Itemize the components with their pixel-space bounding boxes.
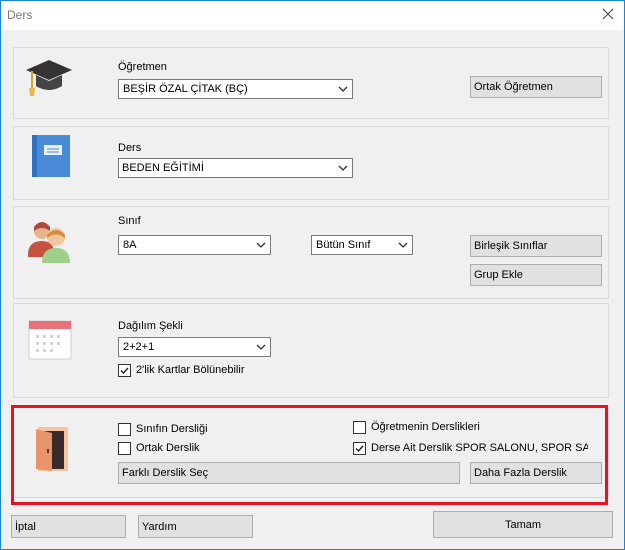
combined-classes-button[interactable]: Birleşik Sınıflar xyxy=(470,235,602,257)
add-group-button[interactable]: Grup Ekle xyxy=(470,264,602,286)
help-button-label: Yardım xyxy=(142,521,177,533)
lesson-select[interactable]: BEDEN EĞİTİMİ xyxy=(118,158,353,178)
teacher-group: Öğretmen BEŞİR ÖZAL ÇİTAK (BÇ) Ortak Öğr… xyxy=(13,47,609,119)
calendar-icon xyxy=(28,319,72,364)
chevron-down-icon xyxy=(256,242,266,248)
distribution-label: Dağılım Şekli xyxy=(118,320,183,332)
add-group-button-label: Grup Ekle xyxy=(474,269,523,281)
chevron-down-icon xyxy=(338,165,348,171)
highlight-frame xyxy=(11,405,608,505)
lesson-select-value: BEDEN EĞİTİMİ xyxy=(122,161,204,175)
common-teacher-button[interactable]: Ortak Öğretmen xyxy=(470,76,602,98)
help-button[interactable]: Yardım xyxy=(138,515,253,538)
distribution-group: Dağılım Şekli 2+2+1 2'lik Kartlar Bölüne… xyxy=(13,303,609,398)
ok-button[interactable]: Tamam xyxy=(433,511,613,538)
whole-class-select-value: Bütün Sınıf xyxy=(316,239,371,251)
splittable-checkbox-label: 2'lik Kartlar Bölünebilir xyxy=(136,364,245,376)
checkmark-icon xyxy=(120,367,129,375)
chevron-down-icon xyxy=(256,344,266,350)
cancel-button[interactable]: İptal xyxy=(11,515,126,538)
book-icon xyxy=(30,133,72,182)
window-title: Ders xyxy=(7,8,33,22)
teacher-label: Öğretmen xyxy=(118,61,167,73)
splittable-checkbox-box[interactable] xyxy=(118,364,131,377)
cancel-button-label: İptal xyxy=(15,521,36,533)
users-icon xyxy=(24,217,76,268)
graduation-cap-icon xyxy=(24,56,74,103)
class-label: Sınıf xyxy=(118,215,141,227)
common-teacher-button-label: Ortak Öğretmen xyxy=(474,81,553,93)
class-group: Sınıf 8A Bütün Sınıf Birleşik Sınıflar G… xyxy=(13,206,609,299)
teacher-select-value: BEŞİR ÖZAL ÇİTAK (BÇ) xyxy=(123,83,248,95)
ok-button-label: Tamam xyxy=(504,519,542,531)
whole-class-select[interactable]: Bütün Sınıf xyxy=(311,235,413,255)
distribution-select[interactable]: 2+2+1 xyxy=(118,337,271,357)
distribution-select-value: 2+2+1 xyxy=(123,341,155,353)
lesson-label: Ders xyxy=(118,142,142,154)
title-bar: Ders xyxy=(1,1,624,30)
chevron-down-icon xyxy=(398,242,408,248)
teacher-select[interactable]: BEŞİR ÖZAL ÇİTAK (BÇ) xyxy=(118,79,353,99)
combined-classes-button-label: Birleşik Sınıflar xyxy=(474,240,548,252)
lesson-group: Ders BEDEN EĞİTİMİ xyxy=(13,126,609,200)
class-select-value: 8A xyxy=(123,239,137,251)
class-select[interactable]: 8A xyxy=(118,235,271,255)
close-icon[interactable] xyxy=(600,6,616,22)
dialog-window: Ders Öğretmen BEŞİR ÖZAL ÇİTAK (BÇ) Orta… xyxy=(0,0,625,550)
chevron-down-icon xyxy=(338,86,348,92)
